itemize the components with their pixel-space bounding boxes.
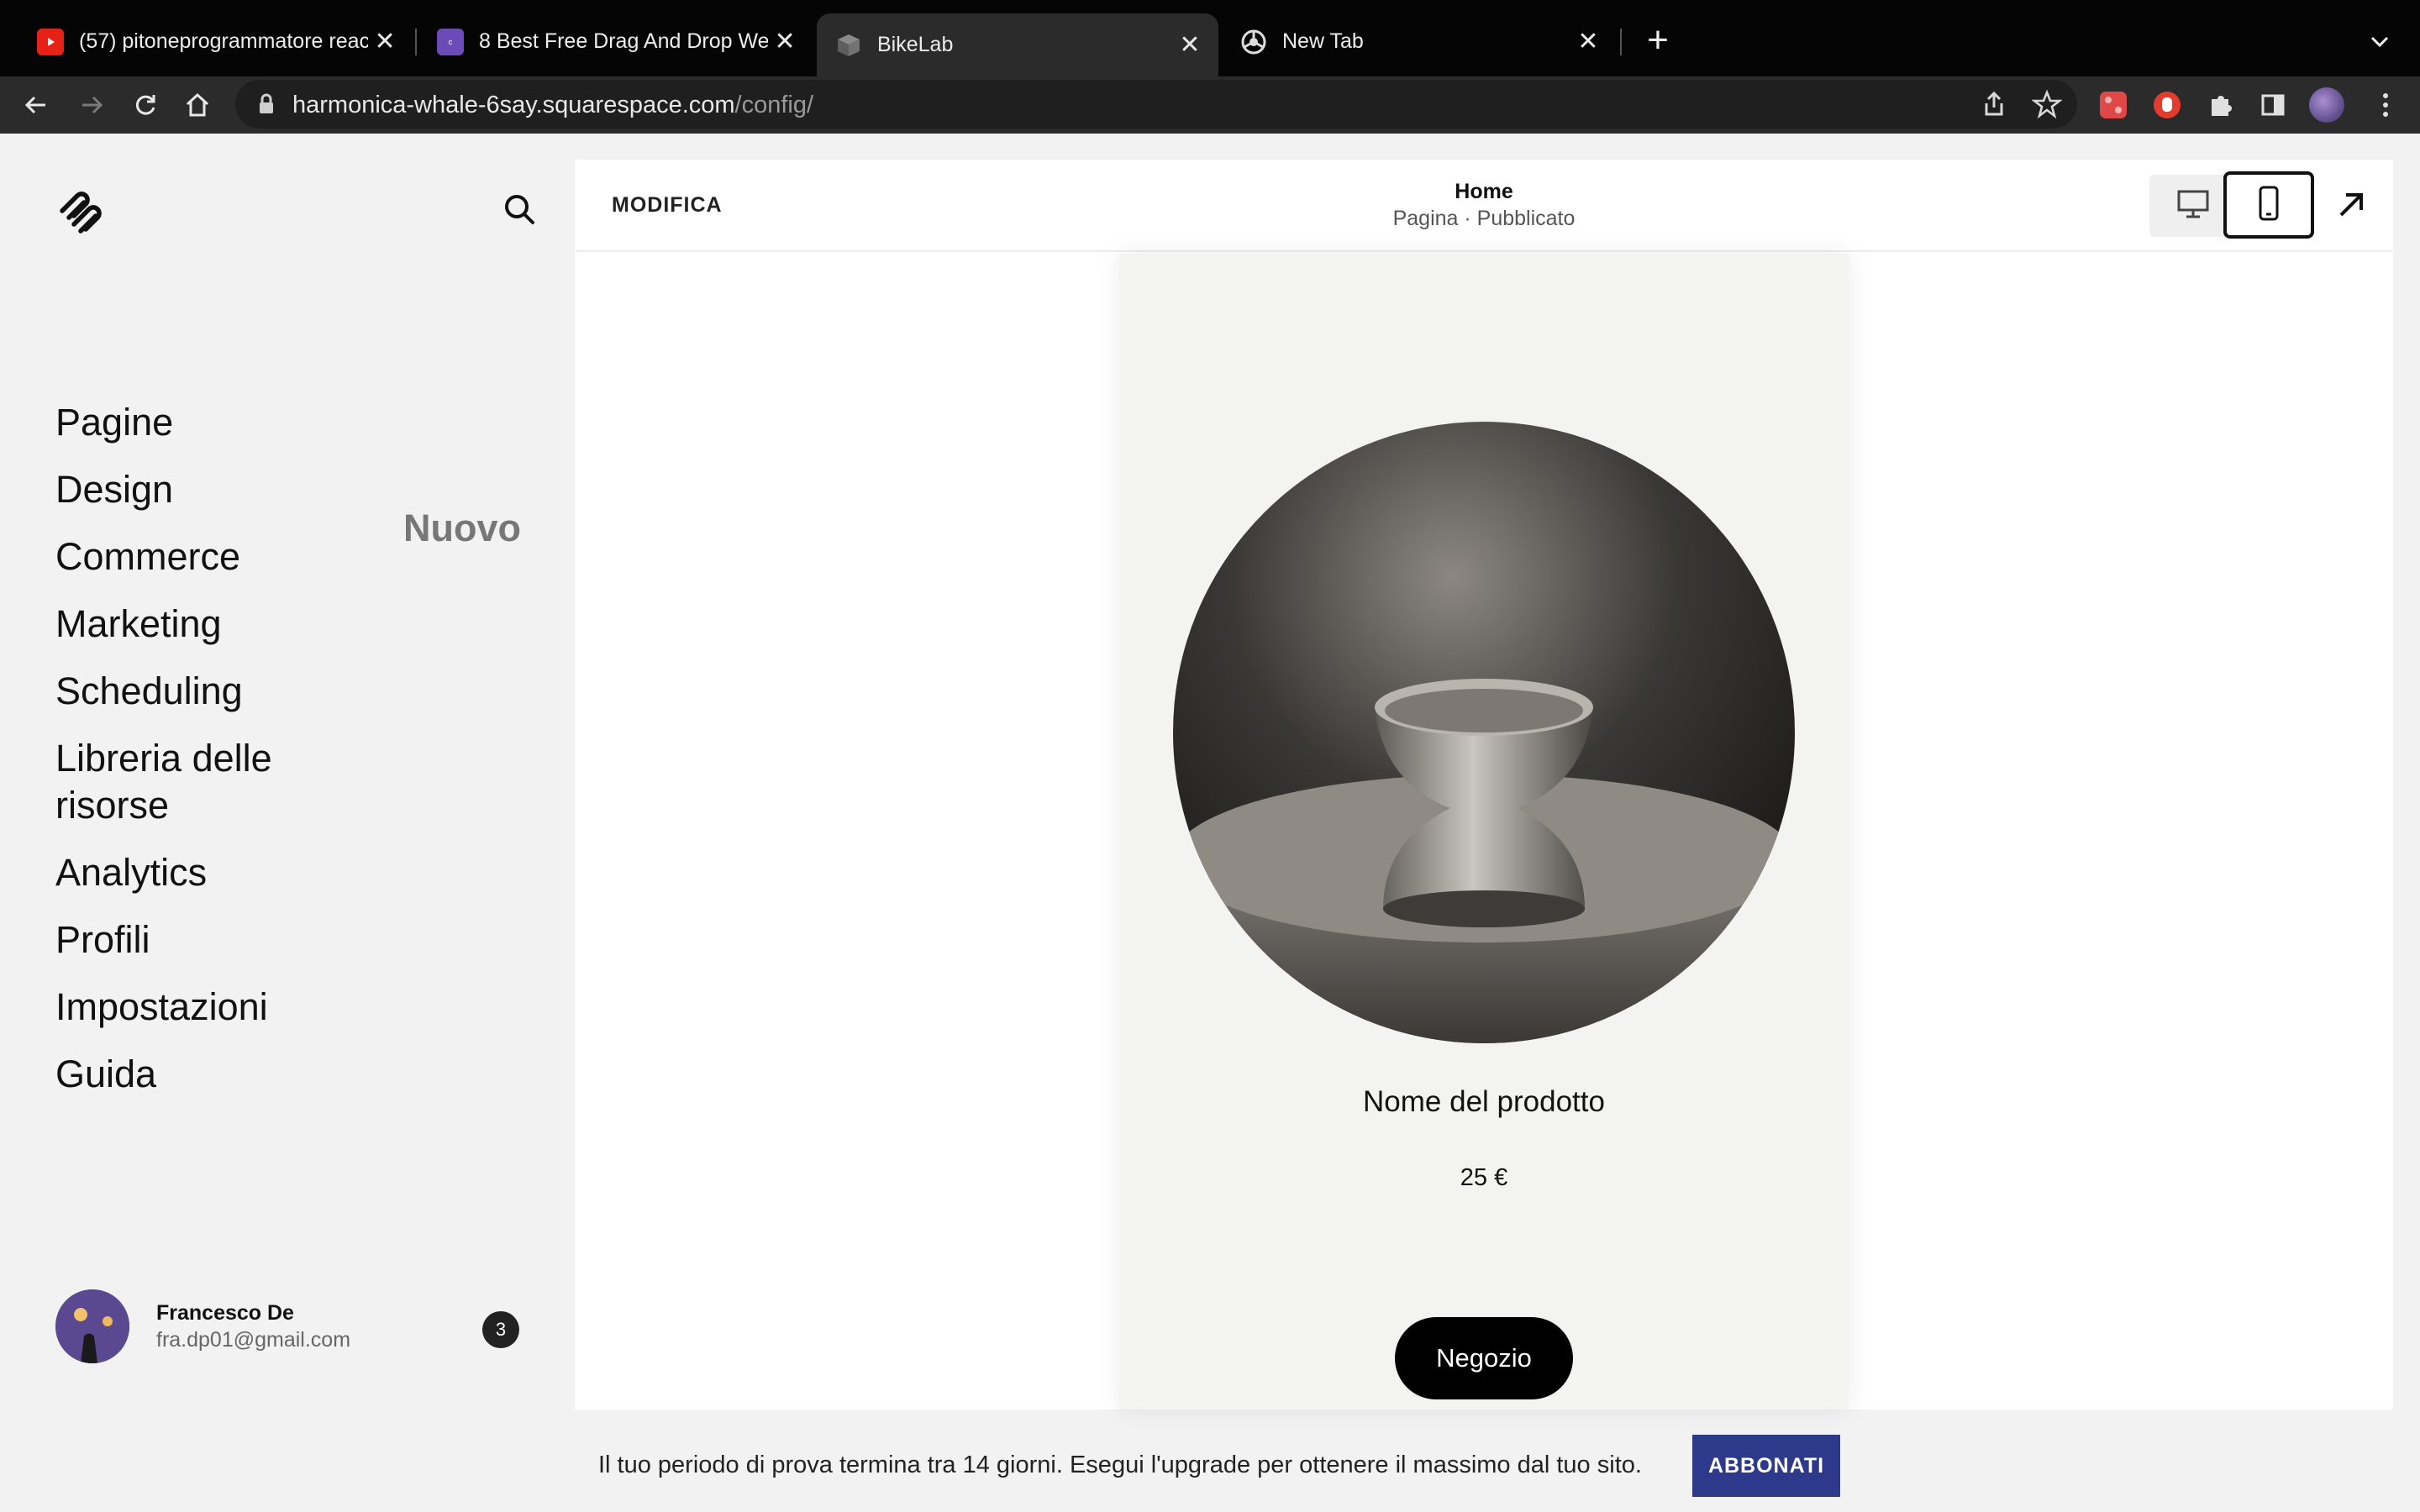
puzzle-extensions-icon[interactable] [2203,87,2238,123]
nav-label: Design [55,468,174,511]
search-icon[interactable] [501,191,538,228]
nav-item-guida[interactable]: Guida [55,1051,308,1118]
nav-label: Profili [55,918,150,961]
tab-title: New Tab [1282,29,1364,53]
browser-tab-bar: (57) pitoneprogrammatore reac ✕ c 8 Best… [0,0,2420,76]
colorzilla-extension-icon[interactable] [2096,87,2131,123]
page-status: Pagina · Pubblicato [1392,207,1576,230]
close-icon[interactable]: ✕ [368,25,402,59]
address-bar[interactable]: harmonica-whale-6say.squarespace.com/con… [235,80,2077,129]
tab-title: 8 Best Free Drag And Drop We [479,29,769,53]
url-path: /config/ [734,92,814,118]
adblock-hand-icon[interactable] [2149,87,2185,123]
tab-youtube[interactable]: (57) pitoneprogrammatore reac ✕ [18,13,413,70]
tab-divider [415,29,417,55]
mobile-view-button[interactable] [2223,171,2314,239]
user-account[interactable]: Francesco De fra.dp01@gmail.com 3 [55,1289,526,1367]
youtube-icon [37,28,64,55]
nav-label: Guida [55,1053,157,1095]
page-editor: MODIFICA Home Pagina · Pubblicato Nome d… [575,160,2393,1410]
bookmark-star-icon[interactable] [2031,89,2063,123]
nav-item-libreria-risorse[interactable]: Libreria delle risorse [55,735,308,849]
home-icon[interactable] [178,86,217,124]
phone-icon [2258,186,2280,225]
squarespace-cube-icon [835,32,862,59]
colorlib-icon: c [437,28,464,55]
product-image[interactable] [1173,422,1795,1043]
profile-avatar-icon[interactable] [2309,87,2344,123]
url-text: harmonica-whale-6say.squarespace.com/con… [292,92,813,119]
chevron-down-icon[interactable] [2363,25,2396,59]
editor-header: MODIFICA Home Pagina · Pubblicato [575,160,2393,252]
nav-label: Marketing [55,602,222,645]
nav-item-commerce[interactable]: Commerce [55,533,308,601]
nav-label: Commerce [55,535,241,578]
nav-item-design[interactable]: Design [55,466,308,533]
nav-label: Impostazioni [55,985,268,1028]
monitor-icon [2176,189,2210,223]
close-icon[interactable]: ✕ [1571,25,1605,59]
tab-divider [1620,29,1622,55]
nav-label: Analytics [55,851,208,894]
open-site-arrow-icon[interactable] [2331,185,2371,225]
new-tab-plus-icon[interactable]: + [1639,22,1677,60]
user-name: Francesco De [156,1301,294,1325]
product-name[interactable]: Nome del prodotto [1119,1085,1849,1119]
shop-button[interactable]: Negozio [1395,1317,1573,1399]
main-nav: Pagine Design Commerce Marketing Schedul… [55,399,308,1118]
nav-item-profili[interactable]: Profili [55,916,308,984]
lock-icon [257,93,276,119]
nav-item-impostazioni[interactable]: Impostazioni [55,984,308,1051]
forward-arrow-icon[interactable] [72,86,111,124]
tab-new-tab[interactable]: New Tab ✕ [1222,13,1617,70]
user-email: fra.dp01@gmail.com [156,1328,351,1352]
subscribe-button[interactable]: ABBONATI [1692,1435,1840,1497]
mobile-preview: Nome del prodotto 25 € Negozio [1119,254,1849,1410]
back-arrow-icon[interactable] [17,86,55,124]
kebab-menu-icon[interactable] [2368,87,2403,123]
avatar [55,1289,129,1363]
squarespace-logo-icon[interactable] [55,186,104,234]
new-badge: Nuovo [403,507,521,549]
tab-colorlib[interactable]: c 8 Best Free Drag And Drop We ✕ [418,13,813,70]
sidebar: Pagine Design Commerce Marketing Schedul… [0,134,575,1512]
tab-title: BikeLab [877,33,954,56]
nav-label: Libreria delle risorse [55,737,272,827]
chrome-icon [1240,29,1267,55]
share-icon[interactable] [1980,90,2008,123]
nav-item-marketing[interactable]: Marketing [55,601,308,668]
reload-icon[interactable] [126,86,165,124]
tab-title: (57) pitoneprogrammatore reac [79,29,369,53]
trial-message: Il tuo periodo di prova termina tra 14 g… [598,1452,1642,1478]
nav-item-analytics[interactable]: Analytics [55,849,308,916]
page-title: Home [1455,180,1513,203]
side-panel-icon[interactable] [2255,87,2291,123]
nav-item-scheduling[interactable]: Scheduling [55,668,308,735]
browser-toolbar: harmonica-whale-6say.squarespace.com/con… [0,76,2420,134]
nav-label: Scheduling [55,669,243,712]
nav-label: Pagine [55,401,174,444]
nav-item-pagine[interactable]: Pagine [55,399,308,466]
tab-bikelab[interactable]: BikeLab ✕ [817,13,1218,76]
close-icon[interactable]: ✕ [768,25,802,59]
notification-count-badge[interactable]: 3 [482,1311,519,1348]
product-price: 25 € [1460,1164,1508,1191]
url-host: harmonica-whale-6say.squarespace.com [292,92,735,118]
close-icon[interactable]: ✕ [1173,29,1207,62]
